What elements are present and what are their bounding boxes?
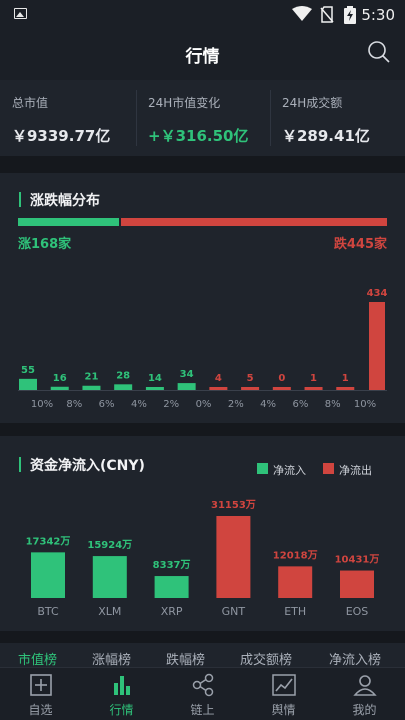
flow-category-label: BTC xyxy=(37,605,59,618)
dist-tick-label: 8% xyxy=(325,399,341,410)
total-market-cap[interactable]: 总市值 ￥9339.77亿 xyxy=(0,80,135,156)
market-summary: 总市值 ￥9339.77亿 24H市值变化 +￥316.50亿 24H成交额 ￥… xyxy=(0,80,405,156)
trend-icon xyxy=(272,674,296,696)
dist-tick-label: 6% xyxy=(99,399,115,410)
dist-tick-label: 4% xyxy=(260,399,276,410)
flow-bar xyxy=(92,556,127,598)
bar-chart-icon xyxy=(114,676,130,695)
flow-category-label: ETH xyxy=(284,605,306,618)
dist-bar-label: 28 xyxy=(116,370,130,381)
app-header: 行情 xyxy=(0,30,405,76)
dist-bar-label: 14 xyxy=(148,373,162,384)
volume-24h[interactable]: 24H成交额 ￥289.41亿 xyxy=(270,80,405,156)
distribution-panel: 涨跌幅分布 涨168家 跌445家 55 16 21 28 14 34 4 5 0 1 1 434 10… xyxy=(0,173,405,423)
add-watchlist-icon xyxy=(30,674,52,696)
tab-market-cap[interactable]: 市值榜 xyxy=(18,649,57,667)
dist-tick-label: 6% xyxy=(292,399,308,410)
flow-bar-label: 8337万 xyxy=(153,559,191,571)
tab-net-inflow[interactable]: 净流入榜 xyxy=(329,649,381,667)
dist-bar-label: 16 xyxy=(53,373,67,384)
status-time: 5:30 xyxy=(361,6,395,24)
flow-bar-label: 17342万 xyxy=(26,535,71,547)
nav-profile[interactable]: 我的 xyxy=(324,668,405,720)
status-bar: 5:30 xyxy=(0,0,405,30)
flow-bar xyxy=(278,566,313,598)
dist-bar xyxy=(304,387,323,390)
dist-bar xyxy=(272,387,291,390)
dist-bar-label: 55 xyxy=(21,365,35,376)
distribution-chart: 5516 21 28 14 34 4 5 0 1 143410% 8% 6% 4% 2% 0% 2% 4% 6% 8… xyxy=(18,288,388,410)
dist-tick-label: 10% xyxy=(354,399,376,410)
dist-bar xyxy=(114,384,133,390)
dist-tick-label: 10% xyxy=(31,399,53,410)
dist-bar xyxy=(50,386,69,390)
dist-bar-label: 4 xyxy=(215,373,222,384)
flow-bar-label: 31153万 xyxy=(211,499,256,511)
fund-flow-chart: 17342万 BTC 15924万 XLM 8337万 XRP 31153万 GNT 12018… xyxy=(26,499,380,618)
dist-bar xyxy=(336,387,355,390)
dist-bar-label: 5 xyxy=(247,373,254,384)
flow-bar-label: 15924万 xyxy=(87,539,132,551)
dist-tick-label: 0% xyxy=(196,399,212,410)
image-icon xyxy=(14,8,27,19)
dist-bar xyxy=(82,385,101,390)
bottom-nav: 自选 行情 链上 舆情 我的 xyxy=(0,667,405,720)
dist-tick-label: 4% xyxy=(131,399,147,410)
flow-bar-label: 10431万 xyxy=(335,554,380,566)
page-title: 行情 xyxy=(185,47,220,67)
dist-tick-label: 2% xyxy=(163,399,179,410)
tab-gainers[interactable]: 涨幅榜 xyxy=(92,649,131,667)
wifi-icon xyxy=(292,6,312,21)
flow-bar-label: 12018万 xyxy=(273,549,318,561)
dist-bar-label: 21 xyxy=(84,372,98,383)
dist-bar xyxy=(177,383,196,390)
dist-bar xyxy=(145,387,164,390)
flow-bar xyxy=(154,576,189,598)
dist-bar xyxy=(369,302,385,390)
nav-market[interactable]: 行情 xyxy=(81,668,162,720)
flow-category-label: GNT xyxy=(222,605,246,618)
dist-bar-label: 1 xyxy=(310,373,317,384)
dist-bar-label: 1 xyxy=(342,373,349,384)
tab-losers[interactable]: 跌幅榜 xyxy=(166,649,205,667)
dist-bar-label: 34 xyxy=(180,369,194,380)
tab-volume[interactable]: 成交额榜 xyxy=(240,649,292,667)
dist-tick-label: 2% xyxy=(228,399,244,410)
battery-charging-icon xyxy=(344,6,356,24)
flow-bar xyxy=(216,516,251,598)
ranking-tabs: 市值榜 涨幅榜 跌幅榜 成交额榜 净流入榜 xyxy=(0,643,405,667)
nav-watchlist[interactable]: 自选 xyxy=(0,668,81,720)
nav-onchain[interactable]: 链上 xyxy=(162,668,243,720)
no-sim-icon xyxy=(320,6,334,23)
flow-bar xyxy=(340,570,374,598)
dist-bar-label: 434 xyxy=(367,288,388,299)
dist-bar xyxy=(241,387,260,390)
profile-icon xyxy=(353,675,377,696)
flow-category-label: XRP xyxy=(161,605,183,618)
flow-category-label: XLM xyxy=(98,605,121,618)
dist-tick-label: 8% xyxy=(66,399,82,410)
nodes-icon xyxy=(192,673,214,697)
nav-sentiment[interactable]: 舆情 xyxy=(243,668,324,720)
fund-flow-panel: 资金净流入(CNY) 净流入 净流出 17342万 BTC 15924万 XLM 833… xyxy=(0,436,405,631)
dist-bar xyxy=(209,387,228,390)
dist-bar xyxy=(19,378,37,390)
dist-bar-label: 0 xyxy=(278,373,285,384)
market-cap-change[interactable]: 24H市值变化 +￥316.50亿 xyxy=(136,80,270,156)
flow-bar xyxy=(31,552,65,598)
flow-category-label: EOS xyxy=(346,605,369,618)
search-icon[interactable] xyxy=(367,40,391,64)
